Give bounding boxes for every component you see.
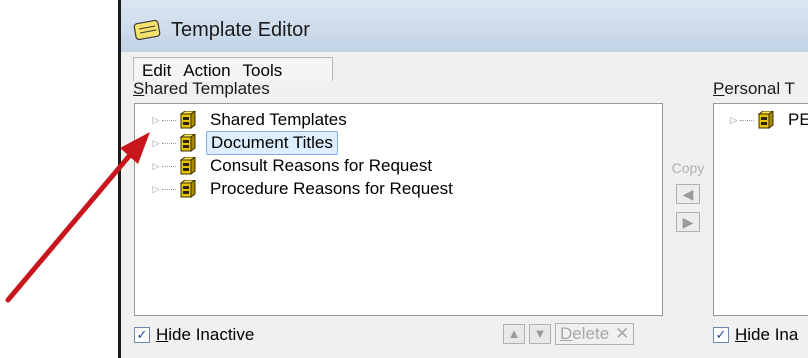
arrow-down-icon: ▼ [533,326,547,341]
hide-inactive-label[interactable]: Hide Inactive [156,325,254,345]
menu-action[interactable]: Action [183,61,230,81]
menu-tools[interactable]: Tools [243,61,283,81]
file-cabinet-icon [178,157,196,175]
copy-right-button[interactable]: ▶ [676,212,700,232]
expand-icon[interactable]: ▷ [150,183,162,195]
copy-label: Copy [671,160,705,176]
arrow-left-icon: ◀ [682,186,694,202]
arrow-up-icon: ▲ [507,326,521,341]
shared-templates-label: Shared Templates [133,79,270,98]
copy-controls: Copy ◀ ▶ [663,160,713,232]
move-up-button[interactable]: ▲ [503,324,525,344]
tree-item[interactable]: ▷ Shared Templates [150,109,351,131]
expand-icon[interactable]: ▷ [150,137,162,149]
shared-action-buttons: ▲ ▼ Delete ✕ [503,323,635,345]
tree-item[interactable]: ▷ Procedure Reasons for Request [150,178,457,200]
copy-left-button[interactable]: ◀ [676,184,700,204]
template-editor-icon [133,19,161,40]
personal-templates-tree[interactable]: ▷ PE [713,103,808,316]
tree-connector [162,142,176,144]
menu-bar: Edit Action Tools [133,57,333,81]
delete-button[interactable]: Delete ✕ [555,323,635,345]
personal-hide-inactive-checkbox[interactable]: ✓ [713,327,729,343]
tree-connector [162,165,176,167]
shared-bottom-bar: ✓ Hide Inactive [134,322,254,348]
hide-inactive-checkbox[interactable]: ✓ [134,327,150,343]
delete-x-icon: ✕ [615,324,630,343]
file-cabinet-icon [178,134,196,152]
arrow-right-icon: ▶ [682,214,694,230]
personal-bottom-bar: ✓ Hide Ina [713,322,798,348]
personal-hide-inactive-label[interactable]: Hide Ina [735,325,798,345]
shared-templates-tree[interactable]: ▷ Shared Templates ▷ Document Titles ▷ C… [134,103,663,316]
tree-item-label: Procedure Reasons for Request [210,179,453,198]
file-cabinet-icon [178,180,196,198]
tree-connector [162,188,176,190]
tree-item[interactable]: ▷ Consult Reasons for Request [150,155,436,177]
title-bar: Template Editor [121,0,808,52]
window-title: Template Editor [171,19,310,41]
expand-icon[interactable]: ▷ [150,114,162,126]
tree-item-label: Consult Reasons for Request [210,156,433,175]
move-down-button[interactable]: ▼ [529,324,551,344]
template-editor-window: Template Editor Edit Action Tools Shared… [118,0,808,358]
tree-item-selected[interactable]: ▷ Document Titles [150,131,338,155]
tree-connector [740,119,754,121]
expand-icon[interactable]: ▷ [728,114,740,126]
file-cabinet-icon [756,111,774,129]
personal-templates-label: Personal T [713,79,795,98]
file-cabinet-icon [178,111,196,129]
tree-item-label: PE [788,110,808,129]
tree-item-label: Document Titles [206,131,338,155]
tree-item-label: Shared Templates [210,110,347,129]
expand-icon[interactable]: ▷ [150,160,162,172]
menu-edit[interactable]: Edit [142,61,171,81]
tree-connector [162,119,176,121]
tree-item[interactable]: ▷ PE [728,109,808,131]
